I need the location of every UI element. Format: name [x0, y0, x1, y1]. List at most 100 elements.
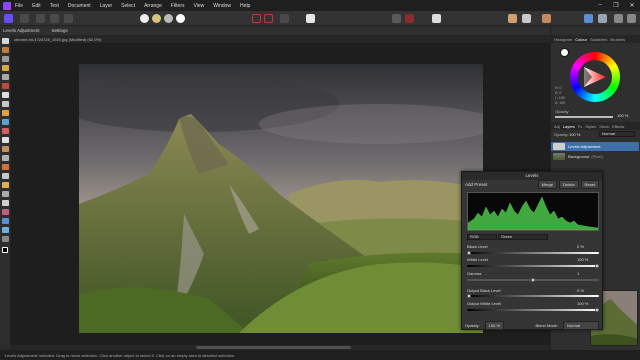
output-white-slider[interactable] [467, 309, 599, 311]
delete-button[interactable]: Delete [558, 180, 579, 189]
text-tool-icon[interactable] [2, 218, 9, 224]
cloud-icon[interactable] [614, 14, 623, 23]
cog-icon[interactable] [405, 14, 414, 23]
pen-tool-icon[interactable] [2, 200, 9, 206]
menu-select[interactable]: Select [121, 3, 135, 9]
tab-histogram[interactable]: Histogram [554, 37, 572, 42]
tab-adjustments[interactable]: Adj [554, 124, 560, 129]
studio-icon[interactable] [598, 14, 607, 23]
merge-button[interactable]: Merge [537, 180, 557, 189]
menu-window[interactable]: Window [213, 3, 231, 9]
white-level-value[interactable]: 100 % [577, 257, 588, 262]
primary-color-swatch[interactable] [2, 247, 8, 253]
output-black-handle[interactable] [467, 294, 471, 298]
menu-help[interactable]: Help [240, 3, 250, 9]
photo-persona-icon[interactable] [4, 14, 13, 23]
auto-levels-icon[interactable] [140, 14, 149, 23]
document-tab[interactable]: chrome-hit-4724729_1920.jpg (Modified) (… [11, 35, 550, 43]
marquee-tool-icon[interactable] [2, 92, 9, 98]
white-level-slider[interactable] [467, 265, 599, 267]
inpainting-tool-icon[interactable] [2, 191, 9, 197]
freehand-tool-icon[interactable] [2, 101, 9, 107]
smudge-tool-icon[interactable] [2, 155, 9, 161]
primary-colour-swatch[interactable] [560, 48, 569, 57]
mesh-warp-tool-icon[interactable] [2, 227, 9, 233]
menu-arrange[interactable]: Arrange [144, 3, 162, 9]
export-persona-icon[interactable] [64, 14, 73, 23]
menu-view[interactable]: View [194, 3, 205, 9]
colour-wheel[interactable] [570, 52, 620, 102]
tone-mapping-persona-icon[interactable] [50, 14, 59, 23]
color-picker-tool-icon[interactable] [2, 119, 9, 125]
paint-brush-tool-icon[interactable] [2, 110, 9, 116]
channel-mode-select[interactable]: RGB [467, 234, 497, 240]
tab-styles[interactable]: Styles [585, 124, 596, 129]
minimize-icon[interactable]: – [592, 2, 608, 9]
tab-fx[interactable]: Fx [578, 124, 582, 129]
develop-persona-icon[interactable] [36, 14, 45, 23]
menu-layer[interactable]: Layer [100, 3, 113, 9]
colour-opacity-slider[interactable] [555, 116, 613, 118]
output-black-value[interactable]: 0 % [577, 288, 584, 293]
shape-tool-icon[interactable] [2, 209, 9, 215]
view-tool-icon[interactable] [2, 47, 9, 53]
view-mode-icon[interactable] [392, 14, 401, 23]
user-icon[interactable] [584, 14, 593, 23]
tab-colour[interactable]: Colour [575, 37, 587, 42]
settings-icon[interactable] [627, 14, 636, 23]
layers-blend-select[interactable]: Normal [599, 131, 635, 137]
tab-effects[interactable]: Effects [612, 124, 624, 129]
zoom-tool-icon[interactable] [2, 56, 9, 62]
align-icon[interactable] [542, 14, 551, 23]
layer-row-background[interactable]: Background (Pixel) [551, 152, 639, 161]
fill-tool-icon[interactable] [2, 128, 9, 134]
auto-contrast-icon[interactable] [152, 14, 161, 23]
restore-icon[interactable]: ❐ [608, 2, 624, 9]
tab-swatches[interactable]: Swatches [590, 37, 607, 42]
black-level-slider[interactable] [467, 252, 599, 254]
healing-tool-icon[interactable] [2, 173, 9, 179]
colour-opacity-value[interactable]: 100 % [617, 113, 628, 118]
gamma-handle[interactable] [531, 278, 535, 282]
gamma-value[interactable]: 1 [577, 271, 579, 276]
output-white-handle[interactable] [595, 308, 599, 312]
black-level-handle[interactable] [467, 251, 471, 255]
menu-text[interactable]: Text [50, 3, 59, 9]
reset-button[interactable]: Reset [580, 180, 599, 189]
black-level-value[interactable]: 0 % [577, 244, 584, 249]
arrange-icon[interactable] [508, 14, 517, 23]
liquify-persona-icon[interactable] [20, 14, 29, 23]
menu-edit[interactable]: Edit [32, 3, 41, 9]
clone-tool-icon[interactable] [2, 164, 9, 170]
tab-stock[interactable]: Stock [599, 124, 609, 129]
layer-row-levels[interactable]: Levels Adjustment [551, 142, 639, 151]
flood-select-tool-icon[interactable] [2, 83, 9, 89]
move-tool-icon[interactable] [2, 38, 9, 44]
marquee-selection-icon[interactable] [252, 14, 261, 23]
tab-layers[interactable]: Layers [563, 124, 575, 129]
selection-modes-icon[interactable] [280, 14, 289, 23]
white-level-handle[interactable] [595, 264, 599, 268]
freehand-selection-icon[interactable] [264, 14, 273, 23]
add-preset-button[interactable]: Add Preset [465, 182, 487, 187]
crop-tool-icon[interactable] [2, 65, 9, 71]
menu-document[interactable]: Document [68, 3, 91, 9]
layers-opacity-value[interactable]: 100 % [569, 132, 580, 137]
channel-select[interactable]: Green [498, 234, 548, 240]
output-black-slider[interactable] [467, 295, 599, 297]
levels-opacity-value[interactable]: 100 % [484, 320, 505, 330]
context-settings-button[interactable]: Settings [52, 28, 68, 33]
auto-white-balance-icon[interactable] [176, 14, 185, 23]
erase-brush-tool-icon[interactable] [2, 137, 9, 143]
red-eye-tool-icon[interactable] [2, 182, 9, 188]
scrollbar-thumb[interactable] [196, 346, 351, 349]
output-white-value[interactable]: 100 % [577, 301, 588, 306]
menu-file[interactable]: File [15, 3, 23, 9]
quick-mask-icon[interactable] [306, 14, 315, 23]
gradient-tool-icon[interactable] [2, 236, 9, 242]
blend-mode-select[interactable]: Normal [563, 320, 599, 330]
auto-colors-icon[interactable] [164, 14, 173, 23]
dodge-tool-icon[interactable] [2, 146, 9, 152]
snapping-icon[interactable] [522, 14, 531, 23]
tab-brushes[interactable]: Brushes [610, 37, 625, 42]
